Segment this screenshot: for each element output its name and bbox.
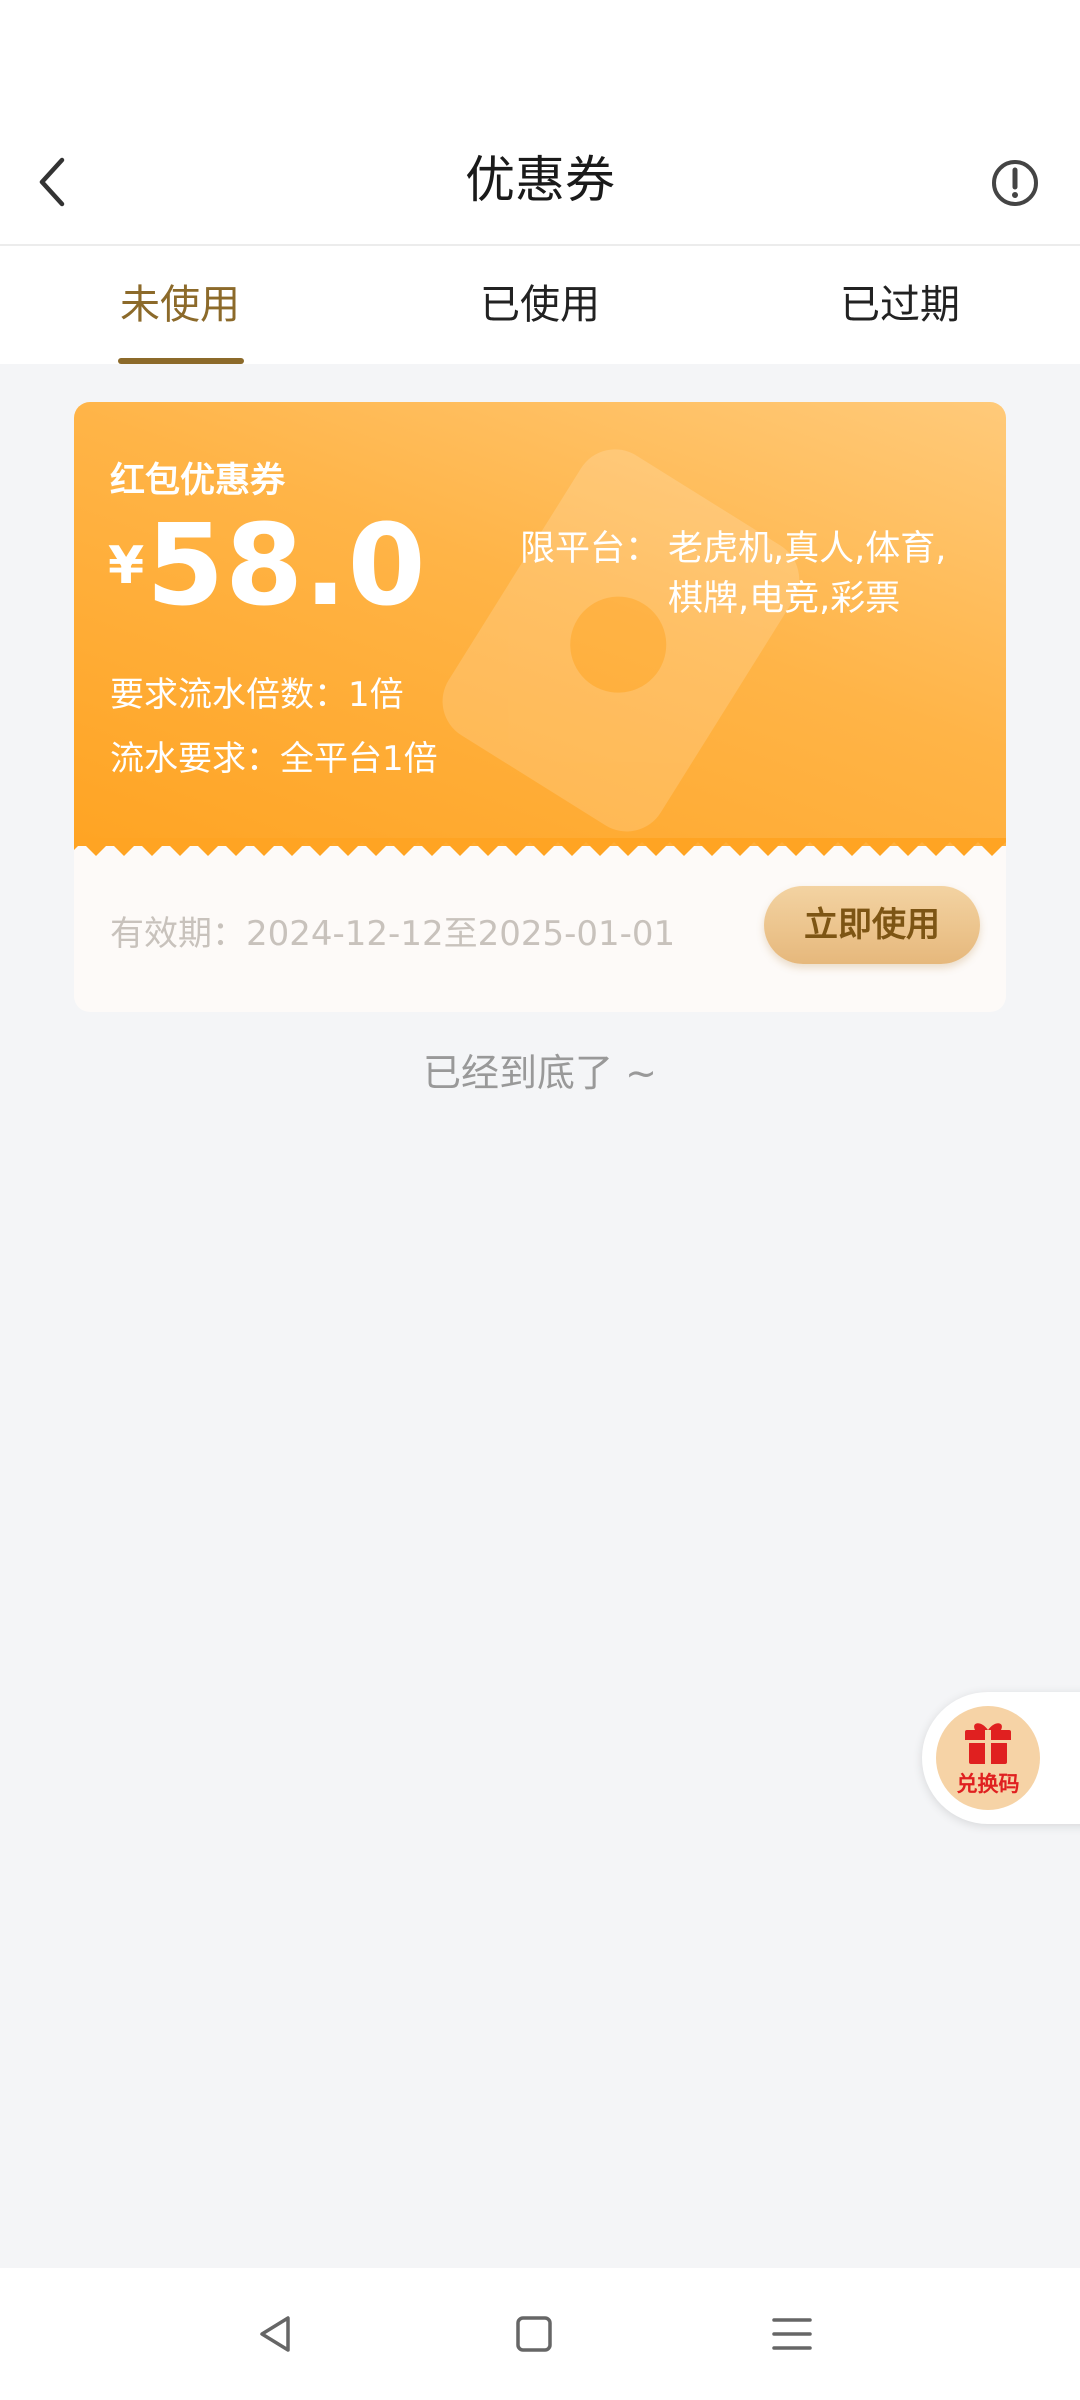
redeem-code-button[interactable]: 兑换码 [922,1692,1080,1824]
tab-expired[interactable]: 已过期 [720,246,1080,364]
coupon-card[interactable]: 红包优惠券 ¥ 58.0 限平台： 老虎机,真人,体育,棋牌,电竞,彩票 要求流… [74,402,1006,1012]
active-tab-indicator [118,358,244,364]
tab-used[interactable]: 已使用 [360,246,720,364]
page-title: 优惠券 [465,151,615,209]
tab-bar: 未使用 已使用 已过期 [0,246,1080,364]
nav-back-button[interactable] [244,2302,308,2366]
end-of-list-text: 已经到底了 ~ [423,1051,657,1095]
turnover-requirement: 流水要求：全平台1倍 [110,739,438,779]
app-header: 优惠券 [0,120,1080,246]
menu-lines-icon [772,2318,812,2350]
currency-symbol: ¥ [108,536,145,596]
nav-home-button[interactable] [502,2302,566,2366]
square-home-icon [516,2316,552,2352]
coupon-type-label: 红包优惠券 [110,461,286,501]
coupon-amount: 58.0 [146,501,427,631]
coupon-amount-group: ¥ 58.0 [108,510,427,622]
use-now-button[interactable]: 立即使用 [764,886,980,964]
platform-prefix: 限平台： [520,529,661,569]
gift-icon [965,1723,1011,1764]
platform-list: 老虎机,真人,体育,棋牌,电竞,彩票 [668,529,947,619]
turnover-multiplier: 要求流水倍数：1倍 [110,675,404,715]
system-nav-bar [0,2268,1080,2400]
nav-menu-button[interactable] [760,2302,824,2366]
triangle-back-icon [260,2316,290,2352]
coupon-zigzag-edge [74,838,1006,856]
red-envelope-watermark-icon [442,449,800,832]
info-button[interactable] [980,148,1050,218]
redeem-label: 兑换码 [956,1772,1020,1796]
tab-unused[interactable]: 未使用 [0,246,360,364]
validity-period: 有效期：2024-12-12至2025-01-01 [110,914,676,954]
exclamation-circle-icon [992,160,1038,206]
status-bar [0,0,1080,120]
coupon-header: 红包优惠券 ¥ 58.0 限平台： 老虎机,真人,体育,棋牌,电竞,彩票 要求流… [74,402,1006,846]
redeem-badge: 兑换码 [936,1706,1040,1810]
